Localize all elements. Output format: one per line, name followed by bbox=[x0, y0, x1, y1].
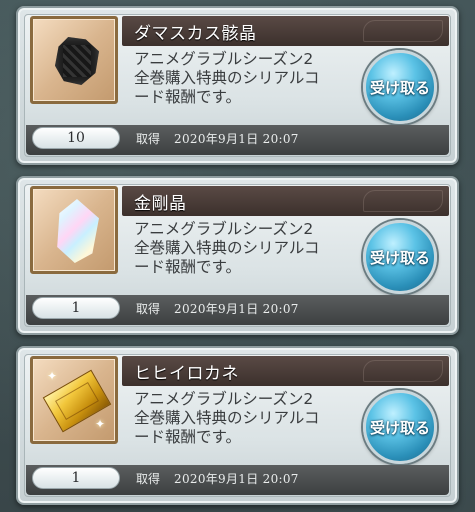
sparkle-icon: ✦ bbox=[95, 417, 106, 431]
rock-shape bbox=[55, 37, 99, 85]
description-line: アニメグラブルシーズン2 bbox=[134, 220, 314, 238]
reward-card: ヒヒイロカネ ✦ ✦ アニメグラブルシーズン2 全巻購入特典のシリアルコ ード報… bbox=[16, 346, 459, 505]
acquired-label: 取得 bbox=[136, 302, 161, 316]
claim-button-label: 受け取る bbox=[369, 248, 430, 267]
acquired-label: 取得 bbox=[136, 472, 161, 486]
item-name: ヒヒイロカネ bbox=[134, 364, 239, 384]
acquired-label: 取得 bbox=[136, 132, 161, 146]
acquired-date: 2020年9月1日 20:07 bbox=[174, 472, 299, 486]
quantity-badge: 1 bbox=[32, 467, 120, 489]
item-name: ダマスカス骸晶 bbox=[134, 24, 257, 44]
claim-button[interactable]: 受け取る bbox=[363, 390, 437, 464]
acquired-date: 2020年9月1日 20:07 bbox=[174, 132, 299, 146]
item-description: アニメグラブルシーズン2 全巻購入特典のシリアルコ ード報酬です。 bbox=[134, 220, 364, 277]
acquired-date: 2020年9月1日 20:07 bbox=[174, 302, 299, 316]
reward-list: ダマスカス骸晶 アニメグラブルシーズン2 全巻購入特典のシリアルコ ード報酬です… bbox=[0, 0, 475, 512]
description-line: アニメグラブルシーズン2 bbox=[134, 390, 314, 408]
reward-card: ダマスカス骸晶 アニメグラブルシーズン2 全巻購入特典のシリアルコ ード報酬です… bbox=[16, 6, 459, 165]
description-line: 全巻購入特典のシリアルコ bbox=[134, 239, 320, 257]
title-flourish bbox=[363, 190, 443, 212]
claim-button-label: 受け取る bbox=[369, 78, 430, 97]
item-description: アニメグラブルシーズン2 全巻購入特典のシリアルコ ード報酬です。 bbox=[134, 50, 364, 107]
claim-button[interactable]: 受け取る bbox=[363, 50, 437, 124]
hihiirokane-gold-icon: ✦ ✦ bbox=[30, 356, 118, 444]
item-name: 金剛晶 bbox=[134, 194, 187, 214]
crystal-shape bbox=[57, 199, 99, 263]
description-line: 全巻購入特典のシリアルコ bbox=[134, 409, 320, 427]
quantity-badge: 10 bbox=[32, 127, 120, 149]
damascus-crystal-icon bbox=[30, 16, 118, 104]
quantity-badge: 1 bbox=[32, 297, 120, 319]
claim-button[interactable]: 受け取る bbox=[363, 220, 437, 294]
adamantite-crystal-icon bbox=[30, 186, 118, 274]
description-line: アニメグラブルシーズン2 bbox=[134, 50, 314, 68]
item-description: アニメグラブルシーズン2 全巻購入特典のシリアルコ ード報酬です。 bbox=[134, 390, 364, 447]
acquired-info: 取得 2020年9月1日 20:07 bbox=[136, 300, 299, 317]
sparkle-icon: ✦ bbox=[47, 369, 58, 383]
description-line: ード報酬です。 bbox=[134, 258, 241, 276]
title-flourish bbox=[363, 360, 443, 382]
description-line: ード報酬です。 bbox=[134, 428, 241, 446]
description-line: 全巻購入特典のシリアルコ bbox=[134, 69, 320, 87]
description-line: ード報酬です。 bbox=[134, 88, 241, 106]
claim-button-label: 受け取る bbox=[369, 418, 430, 437]
acquired-info: 取得 2020年9月1日 20:07 bbox=[136, 130, 299, 147]
acquired-info: 取得 2020年9月1日 20:07 bbox=[136, 470, 299, 487]
reward-card: 金剛晶 アニメグラブルシーズン2 全巻購入特典のシリアルコ ード報酬です。 受け… bbox=[16, 176, 459, 335]
title-flourish bbox=[363, 20, 443, 42]
